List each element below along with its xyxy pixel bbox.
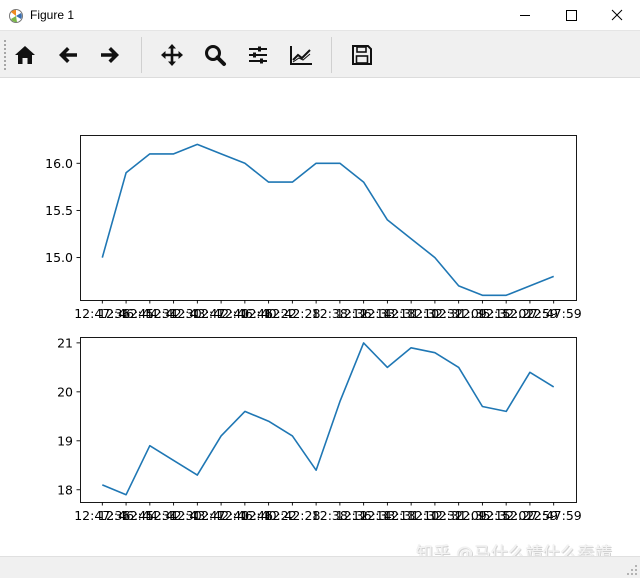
home-button[interactable]	[10, 40, 40, 70]
subplot-2: 1819202112:47:3612:46:4512:44:3412:42:30…	[57, 335, 582, 523]
pan-button[interactable]	[157, 40, 187, 70]
home-icon	[15, 46, 35, 64]
y-tick-label: 20	[57, 384, 73, 399]
figure-svg: 15.015.516.012:47:3612:46:4512:44:3412:4…	[45, 135, 582, 523]
y-tick-label: 18	[57, 482, 73, 497]
forward-button[interactable]	[95, 40, 125, 70]
close-button[interactable]	[594, 0, 640, 31]
axes-frame	[80, 135, 577, 301]
magnifier-icon	[205, 45, 226, 66]
x-tick-label: 12:47:59	[526, 306, 582, 321]
save-button[interactable]	[347, 40, 377, 70]
matplotlib-app-icon	[9, 9, 23, 23]
window-title: Figure 1	[30, 8, 75, 22]
y-tick-label: 16.0	[45, 156, 73, 171]
subplot-1: 15.015.516.012:47:3612:46:4512:44:3412:4…	[45, 135, 582, 321]
maximize-icon	[566, 10, 577, 21]
zoom-button[interactable]	[200, 40, 230, 70]
axes-frame	[80, 337, 577, 503]
y-tick-label: 15.5	[45, 203, 73, 218]
toolbar-separator	[331, 37, 332, 73]
toolbar-grip[interactable]	[3, 39, 7, 71]
resize-grip-icon[interactable]	[626, 564, 638, 576]
minimize-button[interactable]	[502, 0, 548, 31]
line-chart-icon	[290, 46, 312, 65]
edit-axes-button[interactable]	[286, 40, 316, 70]
toolbar-separator	[141, 37, 142, 73]
subplots-button[interactable]	[243, 40, 273, 70]
navigation-toolbar	[0, 31, 640, 78]
y-tick-label: 19	[57, 433, 73, 448]
close-icon	[611, 9, 623, 21]
status-bar	[0, 556, 640, 578]
back-button[interactable]	[53, 40, 83, 70]
x-tick-label: 12:47:59	[526, 508, 582, 523]
floppy-disk-icon	[352, 45, 372, 65]
arrow-left-icon	[59, 47, 77, 63]
figure-canvas[interactable]: 15.0 15.5 16.0 12:47:36 12:46:45 12:44:34 12:4…	[0, 78, 640, 556]
y-tick-label: 21	[57, 335, 73, 350]
title-bar: Figure 1	[0, 0, 640, 31]
move-icon	[161, 44, 183, 66]
y-tick-label: 15.0	[45, 250, 73, 265]
minimize-icon	[520, 15, 530, 16]
maximize-button[interactable]	[548, 0, 594, 31]
arrow-right-icon	[101, 47, 119, 63]
sliders-icon	[249, 46, 267, 64]
